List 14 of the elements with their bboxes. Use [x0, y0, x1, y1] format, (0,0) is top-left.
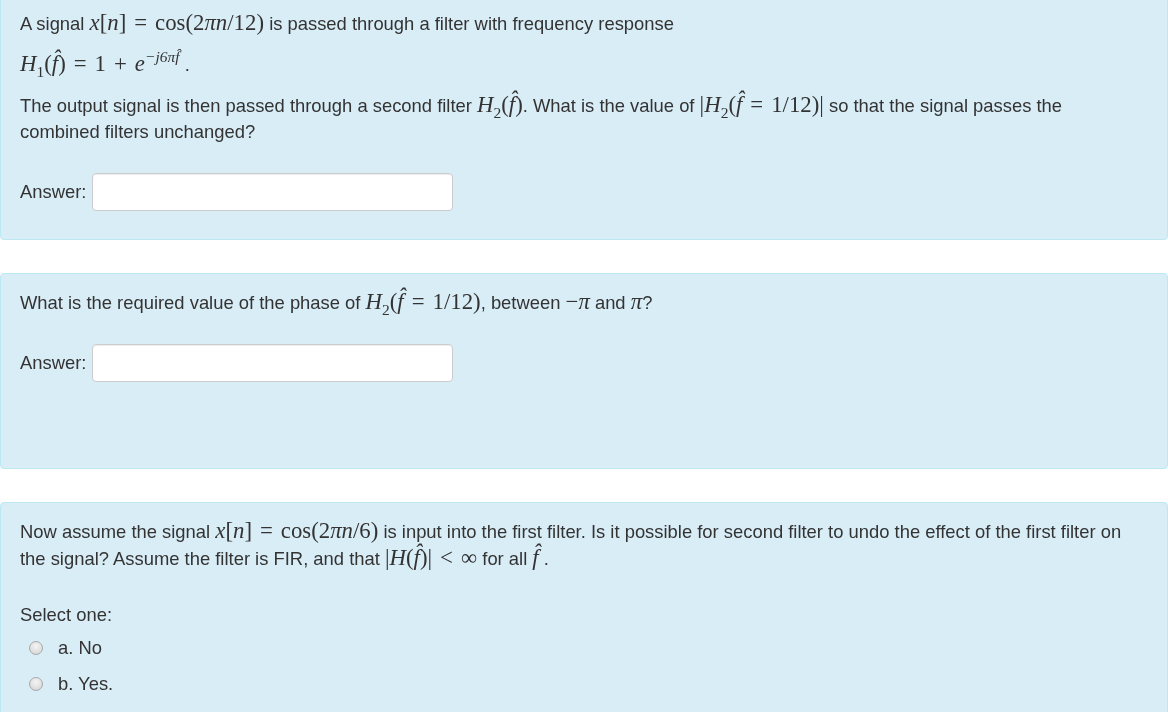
question-text: Now assume the signal x[n] = cos(2πn/6) is input into the first filter. Is it possible for second filter to undo the effect of the first filter on the signal? Assume the filter is FIR, and that |H(f̂)| < ∞ for all f̂ . [20, 518, 1123, 572]
radio-button[interactable] [29, 641, 43, 655]
question-text: A signal x[n] = cos(2πn/12) is passed through a filter with frequency response [20, 10, 675, 37]
answer-field[interactable] [92, 344, 454, 382]
answer-label: Answer: [20, 181, 87, 203]
answer-label: Answer: [20, 352, 87, 374]
question-text: H$_{1}$(f̂) = 1 + e$^{−j6πf̂}$ . [20, 51, 191, 78]
option-label[interactable]: a. No [58, 635, 102, 661]
question-text: The output signal is then passed through a second filter H$_{2}$(f̂). What is the value of |H$_{2}$(f̂ = 1/12)| so that the signal passes the combined filters unchanged? [20, 92, 1064, 144]
answer-field[interactable] [92, 173, 454, 211]
radio-button[interactable] [29, 677, 43, 691]
question-text: What is the required value of the phase of H$_{2}$(f̂ = 1/12), between −π and π? [20, 289, 654, 316]
option-label[interactable]: b. Yes. [58, 671, 114, 697]
select-prompt: Select one: [20, 603, 114, 627]
